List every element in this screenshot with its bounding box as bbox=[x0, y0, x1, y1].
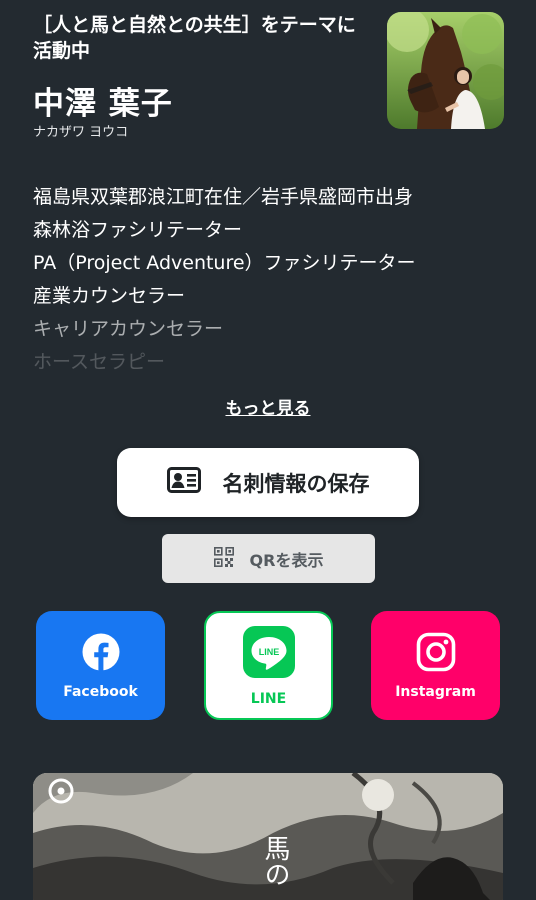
instagram-icon bbox=[416, 632, 456, 676]
instagram-label: Instagram bbox=[395, 683, 476, 700]
bio-line: 森林浴ファシリテーター bbox=[33, 219, 243, 241]
profile-bio: 福島県双葉郡浪江町在住／岩手県盛岡市出身 森林浴ファシリテーター PA（Proj… bbox=[33, 181, 503, 379]
facebook-icon bbox=[81, 632, 121, 676]
facebook-button[interactable]: Facebook bbox=[36, 611, 165, 720]
facebook-label: Facebook bbox=[63, 683, 138, 700]
bio-line: PA（Project Adventure）ファシリテーター bbox=[33, 252, 416, 274]
profile-card-page: ［人と馬と自然との共生］をテーマに活動中 中澤 葉子 ナカザワ ヨウコ 福島県双… bbox=[0, 0, 536, 900]
line-icon-text: LINE bbox=[258, 647, 279, 657]
banner-title: 馬の bbox=[260, 835, 290, 887]
bio-line: キャリアカウンセラー bbox=[33, 318, 224, 340]
show-qr-button[interactable]: QRを表示 bbox=[162, 534, 375, 583]
show-more-link[interactable]: もっと見る bbox=[0, 394, 536, 419]
profile-name-kana: ナカザワ ヨウコ bbox=[33, 125, 129, 140]
line-button[interactable]: LINE LINE bbox=[204, 611, 333, 720]
line-icon: LINE bbox=[242, 625, 296, 683]
instagram-button[interactable]: Instagram bbox=[371, 611, 500, 720]
contact-card-icon bbox=[166, 467, 201, 498]
save-contact-button[interactable]: 名刺情報の保存 bbox=[117, 448, 419, 517]
profile-tagline: ［人と馬と自然との共生］をテーマに活動中 bbox=[33, 14, 356, 62]
featured-banner[interactable]: 馬の bbox=[33, 773, 503, 900]
show-qr-label: QRを表示 bbox=[249, 550, 324, 570]
profile-avatar bbox=[387, 12, 504, 129]
bio-line: 産業カウンセラー bbox=[33, 285, 186, 307]
save-contact-label: 名刺情報の保存 bbox=[222, 471, 370, 496]
bio-line: 福島県双葉郡浪江町在住／岩手県盛岡市出身 bbox=[33, 186, 414, 208]
bio-line: ホースセラピー bbox=[33, 351, 166, 373]
profile-name: 中澤 葉子 bbox=[33, 86, 173, 122]
qr-code-icon bbox=[213, 546, 234, 571]
line-label: LINE bbox=[250, 690, 287, 707]
